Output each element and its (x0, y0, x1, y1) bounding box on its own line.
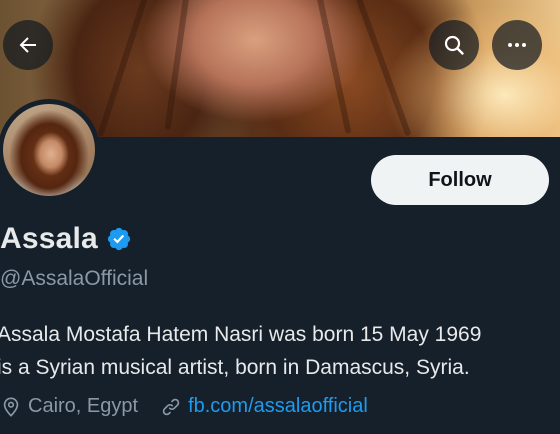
bio-line: is a Syrian musical artist, born in Dama… (0, 356, 470, 379)
back-button[interactable] (3, 20, 53, 70)
location-text: Cairo, Egypt (28, 395, 139, 417)
profile-bio: Assala Mostafa Hatem Nasri was born 15 M… (0, 318, 537, 384)
location: Cairo, Egypt (0, 395, 138, 418)
verified-badge-icon[interactable] (106, 226, 132, 252)
avatar[interactable] (0, 99, 100, 201)
profile-meta: Cairo, Egypt fb.com/assalaofficial (0, 395, 368, 418)
search-button[interactable] (429, 20, 479, 70)
link-icon (162, 398, 180, 415)
more-button[interactable] (492, 20, 542, 70)
location-pin-icon (3, 396, 19, 417)
arrow-left-icon (19, 37, 36, 53)
search-icon (444, 35, 464, 55)
display-name: Assala (0, 222, 98, 255)
website[interactable]: fb.com/assalaofficial (160, 395, 368, 418)
follow-button[interactable]: Follow (371, 155, 549, 205)
bio-line: Assala Mostafa Hatem Nasri was born 15 M… (0, 323, 482, 346)
more-horizontal-icon (508, 43, 526, 47)
user-handle: @AssalaOfficial (0, 267, 149, 290)
website-link[interactable]: fb.com/assalaofficial (188, 395, 368, 418)
display-name-row: Assala (0, 222, 132, 256)
avatar-image (3, 104, 95, 196)
